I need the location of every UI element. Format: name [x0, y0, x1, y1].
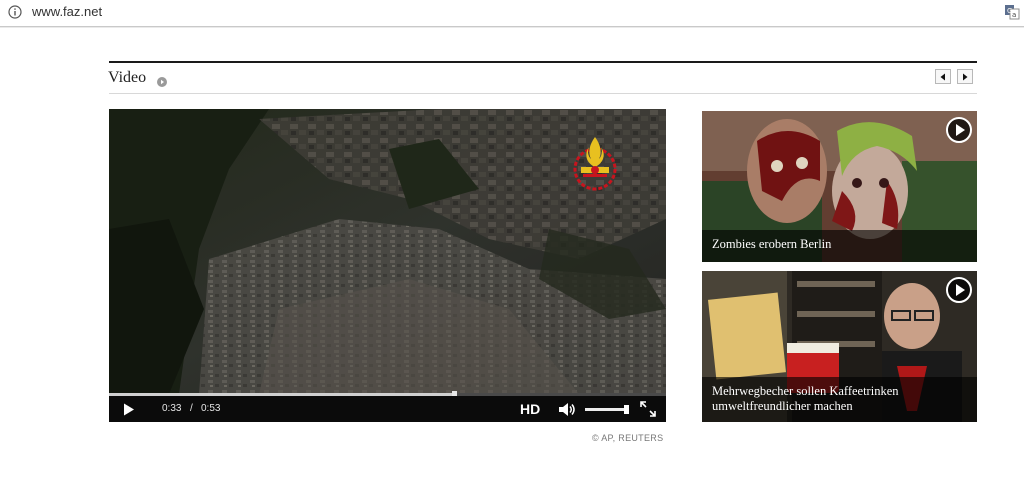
triangle-right-icon — [963, 73, 968, 80]
video-thumbnail-mehrwegbecher[interactable]: Mehrwegbecher sollen Kaffeetrinken umwel… — [702, 271, 977, 422]
current-time: 0:33 — [162, 403, 182, 414]
video-credit: © AP, REUTERS — [592, 433, 664, 443]
time-separator: / — [190, 403, 193, 414]
url-text[interactable]: www.faz.net — [32, 4, 102, 19]
fullscreen-icon[interactable] — [640, 401, 656, 417]
volume-knob[interactable] — [624, 405, 629, 414]
section-divider — [109, 93, 977, 94]
section-top-rule — [109, 61, 977, 63]
hd-toggle-button[interactable]: HD — [520, 401, 540, 417]
section-title[interactable]: Video — [108, 69, 146, 87]
play-circle-icon[interactable] — [946, 277, 972, 303]
play-circle-icon[interactable] — [946, 117, 972, 143]
total-time: 0:53 — [201, 403, 221, 414]
info-icon[interactable] — [8, 5, 22, 19]
carousel-prev-button[interactable] — [935, 69, 951, 84]
circle-arrow-icon[interactable] — [157, 74, 167, 87]
translate-icon[interactable]: Ga — [1004, 4, 1020, 20]
volume-slider[interactable] — [585, 405, 629, 414]
triangle-left-icon — [940, 73, 945, 80]
thumbnail-caption[interactable]: Mehrwegbecher sollen Kaffeetrinken umwel… — [702, 377, 977, 422]
play-icon[interactable] — [123, 403, 135, 416]
video-thumbnail-zombies[interactable]: Zombies erobern Berlin — [702, 111, 977, 262]
volume-fill — [585, 408, 629, 411]
carousel-next-button[interactable] — [957, 69, 973, 84]
volume-icon[interactable] — [558, 402, 576, 417]
video-control-bar: 0:33 / 0:53 HD — [109, 396, 666, 422]
video-player[interactable]: 0:33 / 0:53 HD — [109, 109, 666, 422]
address-bar[interactable]: www.faz.net Ga — [0, 0, 1024, 27]
video-frame[interactable] — [109, 109, 666, 394]
svg-text:a: a — [1012, 11, 1016, 19]
thumbnail-caption[interactable]: Zombies erobern Berlin — [702, 230, 977, 262]
